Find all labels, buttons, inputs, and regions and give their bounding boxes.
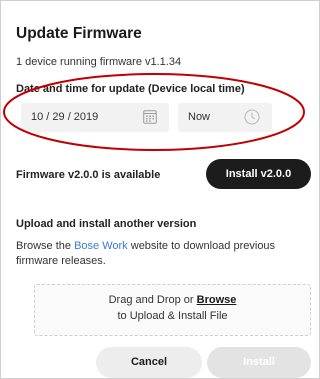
dialog-title: Update Firmware <box>16 25 142 42</box>
bose-work-link[interactable]: Bose Work <box>74 240 128 252</box>
device-firmware-status: 1 device running firmware v1.1.34 <box>16 56 182 68</box>
install-v2-button[interactable]: Install v2.0.0 <box>206 159 311 189</box>
update-time-value: Now <box>188 111 211 123</box>
update-time-field[interactable]: Now <box>178 103 272 132</box>
update-date-value: 10 / 29 / 2019 <box>31 111 99 123</box>
dropzone-line-1: Drag and Drop or Browse <box>35 294 310 306</box>
upload-description: Browse the Bose Work website to download… <box>16 239 301 269</box>
dropzone-line-2: to Upload & Install File <box>117 310 228 322</box>
clock-icon[interactable] <box>244 109 260 125</box>
schedule-label: Date and time for update (Device local t… <box>16 83 245 95</box>
update-date-field[interactable]: 10 / 29 / 2019 <box>21 103 169 132</box>
cancel-button[interactable]: Cancel <box>96 347 202 378</box>
update-firmware-dialog: Update Firmware 1 device running firmwar… <box>0 0 320 379</box>
upload-heading: Upload and install another version <box>16 218 197 230</box>
calendar-icon[interactable] <box>143 109 157 124</box>
install-button-disabled[interactable]: Install <box>207 347 311 378</box>
firmware-available-text: Firmware v2.0.0 is available <box>16 169 161 181</box>
browse-link[interactable]: Browse <box>197 294 237 306</box>
dropzone-prefix: Drag and Drop or <box>108 294 197 306</box>
file-dropzone[interactable]: Drag and Drop or Browse to Upload & Inst… <box>34 284 311 336</box>
upload-desc-prefix: Browse the <box>16 240 75 252</box>
